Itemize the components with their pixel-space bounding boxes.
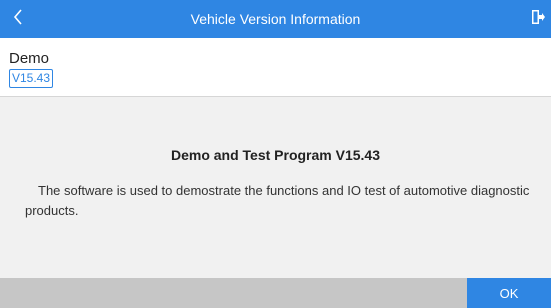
program-title: Demo and Test Program V15.43	[170, 147, 381, 163]
exit-icon	[531, 9, 545, 30]
footer-bar: OK	[0, 278, 551, 308]
program-description: The software is used to demostrate the f…	[25, 183, 530, 218]
ok-button[interactable]: OK	[467, 278, 551, 308]
vehicle-info-panel: Demo V15.43	[0, 38, 551, 97]
program-info-content: Demo and Test Program V15.43 The softwar…	[0, 97, 551, 278]
vehicle-name: Demo	[9, 50, 50, 67]
title-bar: Vehicle Version Information	[0, 0, 551, 38]
exit-button[interactable]	[525, 0, 551, 38]
page-title: Vehicle Version Information	[190, 11, 361, 27]
version-badge: V15.43	[9, 69, 54, 88]
